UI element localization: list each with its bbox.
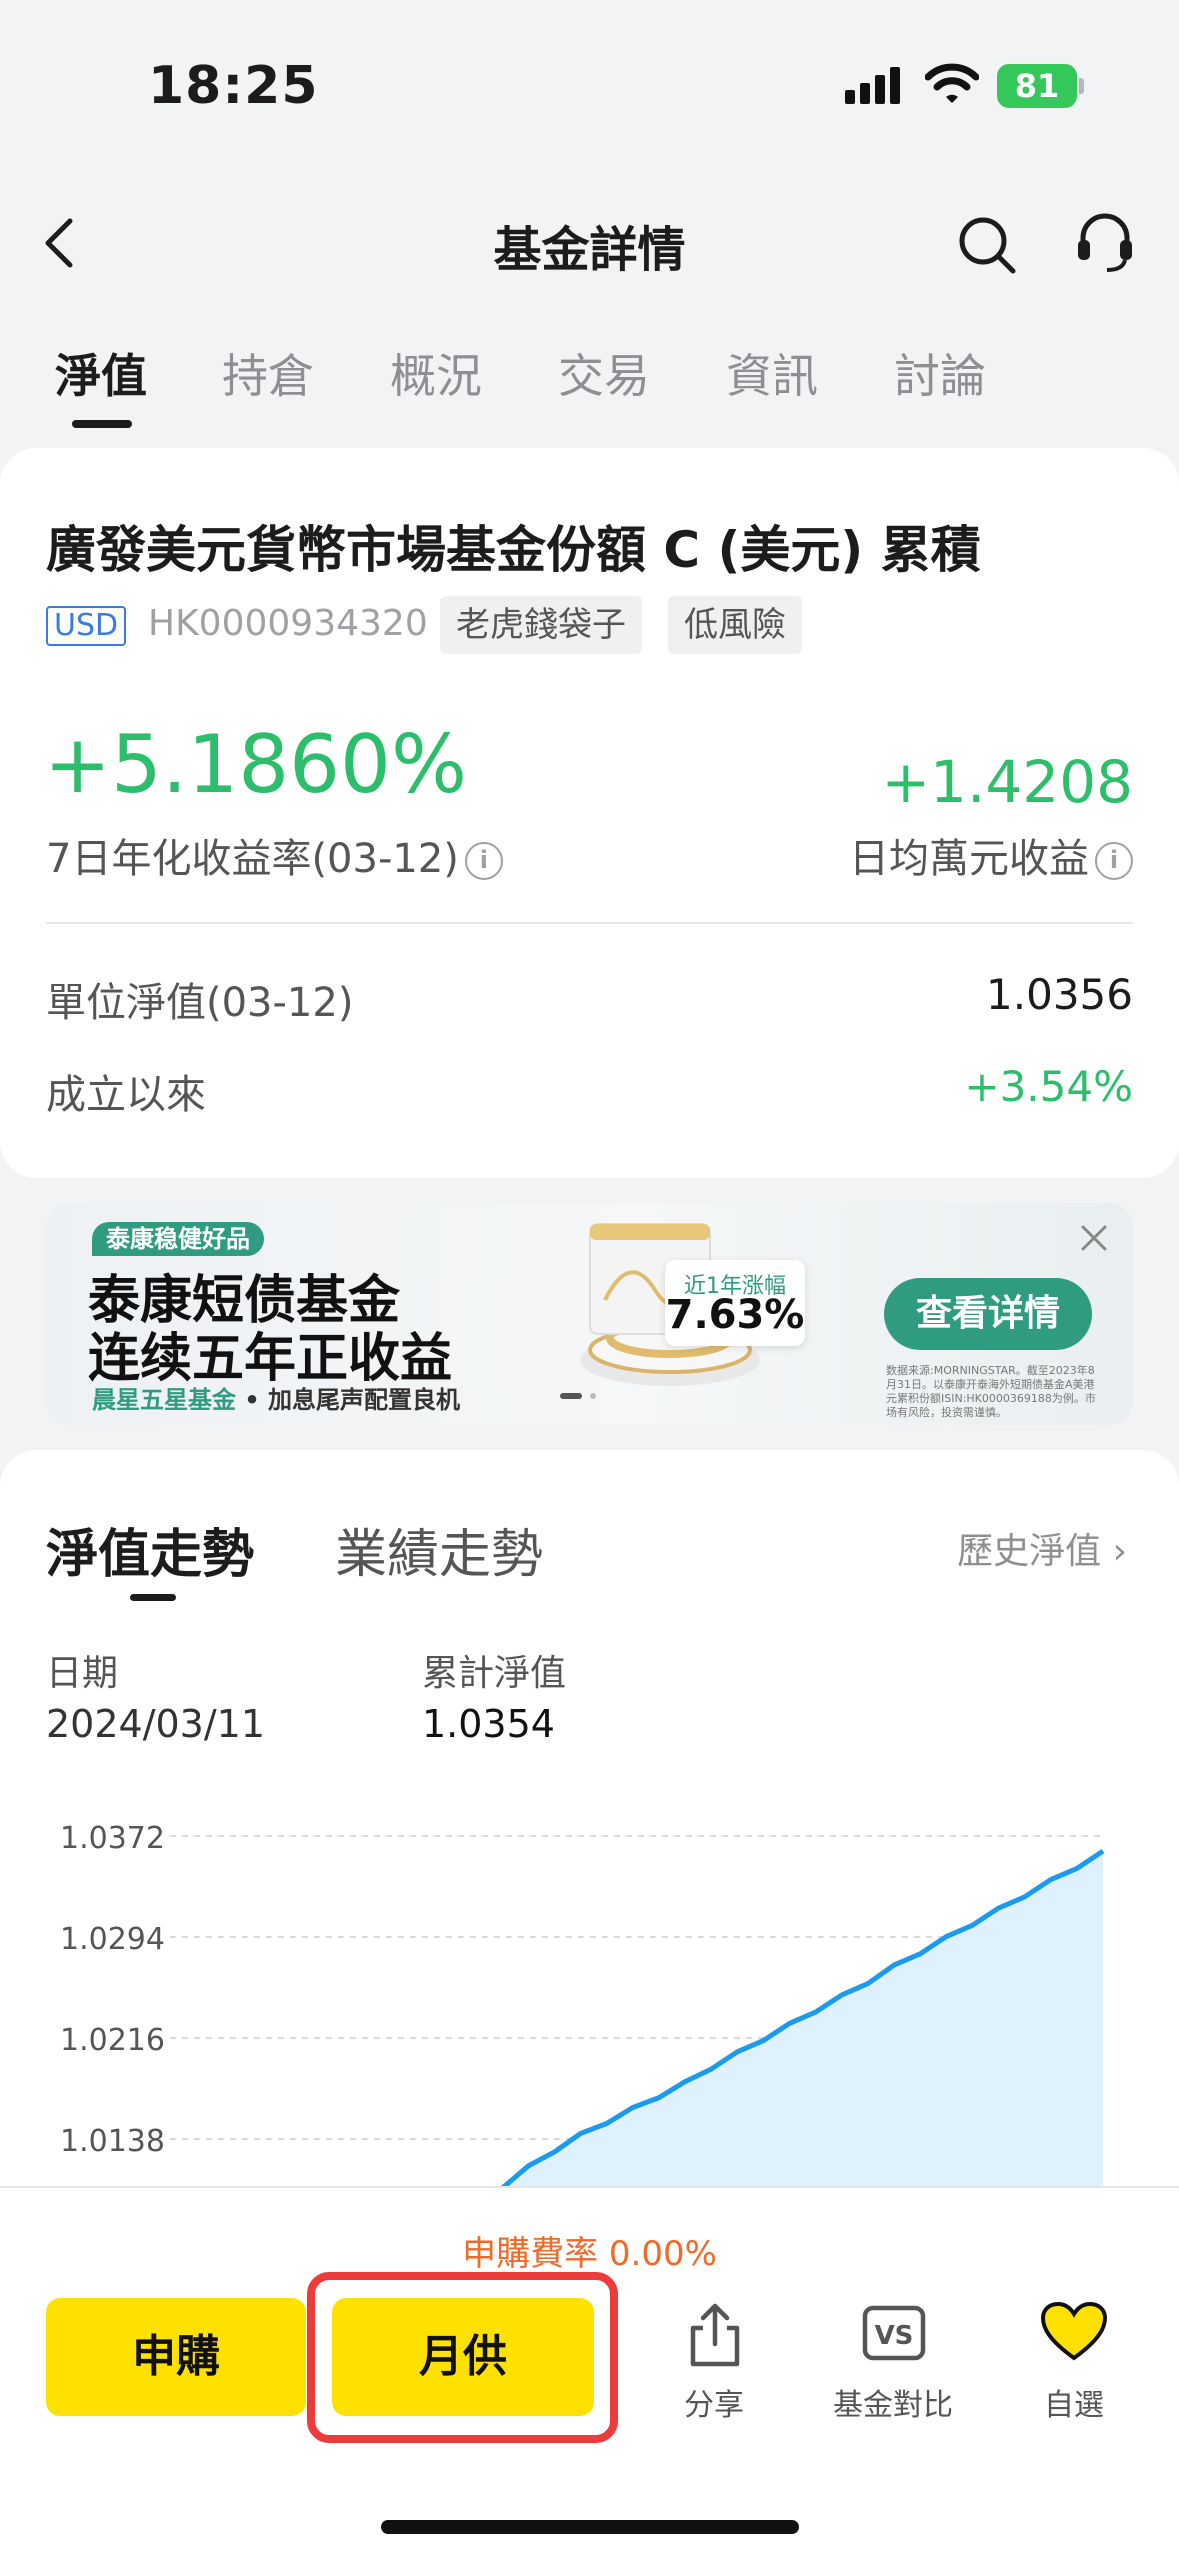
- subscription-fee-text: 申購費率 0.00%: [462, 2234, 717, 2274]
- close-icon[interactable]: [1078, 1222, 1110, 1258]
- chart-y-tick-label: 1.0372: [60, 1821, 165, 1856]
- tag-low-risk[interactable]: 低風險: [668, 596, 802, 654]
- tab-nav[interactable]: 淨值: [55, 340, 147, 406]
- chart-y-tick-label: 1.0216: [60, 2023, 165, 2058]
- chart-tab-performance[interactable]: 業績走勢: [335, 1512, 543, 1587]
- currency-badge: USD: [46, 606, 127, 646]
- ad-view-details-button[interactable]: 查看详情: [884, 1278, 1092, 1350]
- ad-tagline-rest: • 加息尾声配置良机: [236, 1386, 461, 1414]
- unit-nav-label: 單位淨值(03-12): [46, 980, 354, 1026]
- accumulated-nav-label: 累計淨值: [422, 1653, 567, 1694]
- heart-icon[interactable]: [989, 2300, 1159, 2368]
- tab-trading[interactable]: 交易: [558, 340, 650, 406]
- highlight-box: [307, 2272, 618, 2443]
- yield-label: 7日年化收益率(03-12) i: [46, 826, 503, 884]
- customer-service-icon[interactable]: [1075, 210, 1135, 280]
- chart-tab-nav-trend[interactable]: 淨值走勢: [46, 1512, 254, 1587]
- chevron-right-icon: ›: [1112, 1531, 1127, 1572]
- status-time: 18:25: [148, 56, 319, 116]
- daily-income-value: +1.4208: [881, 748, 1133, 816]
- date-value: 2024/03/11: [46, 1702, 266, 1746]
- info-icon[interactable]: i: [1095, 842, 1133, 880]
- signal-icon: [845, 66, 903, 110]
- chart-y-axis: 1.0372 1.0294 1.0216 1.0138: [60, 1821, 165, 2159]
- wifi-icon: [924, 62, 980, 110]
- chart-tab-underline: [130, 1594, 176, 1601]
- tab-underline: [72, 420, 132, 428]
- carousel-dots: [560, 1386, 600, 1405]
- accumulated-nav-value: 1.0354: [422, 1702, 555, 1746]
- tab-overview[interactable]: 概況: [390, 340, 482, 406]
- yield-value: +5.1860%: [44, 718, 467, 811]
- daily-label-text: 日均萬元收益: [849, 836, 1089, 882]
- history-link-label: 歷史淨值: [957, 1531, 1102, 1572]
- battery-indicator: 81: [997, 64, 1077, 108]
- daily-income-label: 日均萬元收益 i: [849, 826, 1133, 884]
- unit-nav-value: 1.0356: [986, 970, 1133, 1019]
- chart-y-tick-label: 1.0294: [60, 1922, 165, 1957]
- divider: [46, 922, 1133, 924]
- tag-tiger-wallet[interactable]: 老虎錢袋子: [440, 596, 642, 654]
- search-icon[interactable]: [955, 213, 1019, 281]
- share-label[interactable]: 分享: [614, 2380, 814, 2424]
- yield-label-text: 7日年化收益率(03-12): [46, 836, 459, 882]
- ad-badge: 泰康稳健好品: [92, 1222, 264, 1256]
- fund-compare-label[interactable]: 基金對比: [793, 2380, 993, 2424]
- share-icon[interactable]: [630, 2300, 800, 2374]
- tab-discussion[interactable]: 討論: [894, 340, 986, 406]
- fund-compare-icon[interactable]: VS: [809, 2300, 979, 2368]
- tab-news[interactable]: 資訊: [726, 340, 818, 406]
- fund-name: 廣發美元貨幣市場基金份額 C (美元) 累積: [46, 521, 981, 579]
- battery-nub: [1079, 78, 1084, 94]
- date-label: 日期: [46, 1653, 119, 1694]
- fund-code: HK0000934320: [148, 603, 428, 644]
- watchlist-label[interactable]: 自選: [974, 2380, 1174, 2424]
- ad-tagline: 晨星五星基金 • 加息尾声配置良机: [92, 1380, 460, 1415]
- chart-area: [504, 1851, 1103, 2186]
- svg-text:VS: VS: [875, 2321, 914, 2351]
- nav-chart[interactable]: 1.0372 1.0294 1.0216 1.0138: [0, 1770, 1179, 2186]
- ad-tagline-green: 晨星五星基金: [92, 1386, 236, 1414]
- ad-stat-value: 7.63%: [665, 1292, 805, 1338]
- since-inception-value: +3.54%: [964, 1062, 1133, 1111]
- ad-disclaimer: 数据来源:MORNINGSTAR。截至2023年8月31日。以泰康开泰海外短期债…: [886, 1364, 1096, 1419]
- info-icon[interactable]: i: [464, 842, 503, 880]
- since-inception-label: 成立以來: [46, 1072, 206, 1118]
- chart-y-tick-label: 1.0138: [60, 2124, 165, 2159]
- home-indicator: [381, 2520, 799, 2534]
- history-nav-link[interactable]: 歷史淨值 ›: [957, 1522, 1127, 1574]
- subscribe-button[interactable]: 申購: [46, 2298, 306, 2416]
- tab-holdings[interactable]: 持倉: [222, 340, 314, 406]
